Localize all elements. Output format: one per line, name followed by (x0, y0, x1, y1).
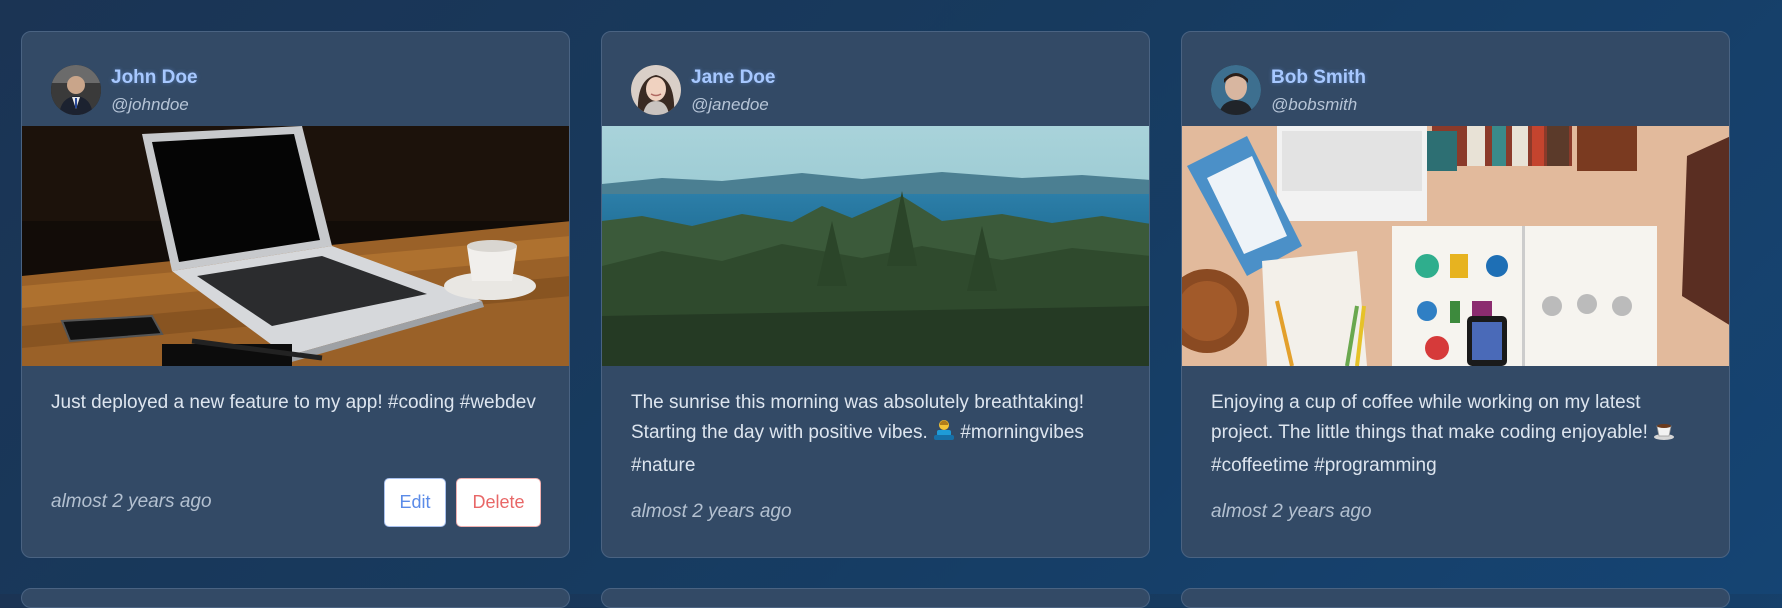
avatar[interactable] (51, 65, 101, 115)
edit-button[interactable]: Edit (384, 478, 446, 527)
user-handle: @bobsmith (1271, 95, 1358, 114)
post-card: Jane Doe @janedoe The sunrise this morni… (601, 31, 1150, 558)
avatar[interactable] (1211, 65, 1261, 115)
avatar[interactable] (631, 65, 681, 115)
post-text: Just deployed a new feature to my app! #… (51, 392, 536, 413)
post-image (602, 126, 1149, 366)
post-header: Jane Doe @janedoe (602, 32, 1149, 126)
post-feed: John Doe @johndoe Just deployed a new fe… (21, 31, 1730, 558)
user-handle: @johndoe (111, 95, 189, 114)
user-handle: @janedoe (691, 95, 769, 114)
post-header: Bob Smith @bobsmith (1182, 32, 1729, 126)
post-timestamp: almost 2 years ago (631, 501, 792, 522)
post-card (601, 588, 1150, 608)
post-image (22, 126, 569, 366)
post-timestamp: almost 2 years ago (51, 491, 212, 512)
post-timestamp: almost 2 years ago (1211, 501, 1372, 522)
post-text: The sunrise this morning was absolutely … (631, 392, 1085, 476)
user-name[interactable]: John Doe (111, 67, 198, 89)
user-name[interactable]: Jane Doe (691, 67, 775, 89)
post-text: Enjoying a cup of coffee while working o… (1211, 388, 1706, 481)
user-name[interactable]: Bob Smith (1271, 67, 1366, 89)
delete-button[interactable]: Delete (456, 478, 541, 527)
post-card (1181, 588, 1730, 608)
post-header: John Doe @johndoe (22, 32, 569, 126)
person-in-lotus-position-icon (933, 419, 955, 451)
post-card: Bob Smith @bobsmith Enjoying a cup of co… (1181, 31, 1730, 558)
coffee-cup-icon (1653, 419, 1675, 451)
post-card: John Doe @johndoe Just deployed a new fe… (21, 31, 570, 558)
post-card (21, 588, 570, 608)
post-image (1182, 126, 1729, 366)
